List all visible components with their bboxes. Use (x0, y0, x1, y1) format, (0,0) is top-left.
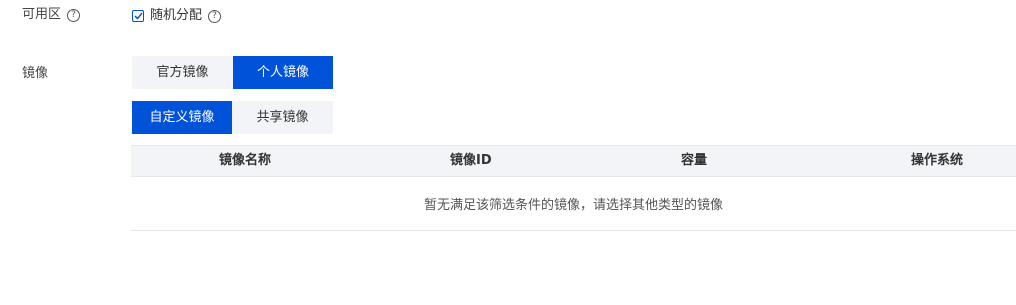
random-assign-label: 随机分配 (150, 8, 203, 23)
column-header-capacity: 容量 (681, 153, 708, 168)
checkmark-icon (133, 12, 143, 20)
table-empty-row: 暂无满足该筛选条件的镜像，请选择其他类型的镜像 (131, 177, 1016, 231)
column-header-image-id: 镜像ID (450, 153, 492, 168)
tab-custom-image[interactable]: 自定义镜像 (132, 101, 232, 134)
image-source-tabs: 官方镜像 个人镜像 (132, 56, 333, 89)
tab-shared-image[interactable]: 共享镜像 (232, 101, 333, 134)
image-table: 镜像名称 镜像ID 容量 操作系统 暂无满足该筛选条件的镜像，请选择其他类型的镜… (131, 145, 1016, 231)
availability-zone-label-row: 可用区? (22, 6, 81, 24)
image-label: 镜像 (22, 66, 49, 81)
image-type-tabs: 自定义镜像 共享镜像 (132, 101, 333, 134)
column-header-image-name: 镜像名称 (219, 153, 272, 168)
empty-state-text: 暂无满足该筛选条件的镜像，请选择其他类型的镜像 (423, 198, 723, 213)
tab-official-image[interactable]: 官方镜像 (132, 56, 233, 89)
availability-zone-label: 可用区 (22, 7, 62, 22)
table-header: 镜像名称 镜像ID 容量 操作系统 (131, 145, 1016, 177)
random-assign-option[interactable]: 随机分配? (132, 7, 222, 25)
column-header-os: 操作系统 (911, 153, 964, 168)
help-icon[interactable]: ? (208, 9, 222, 23)
tab-personal-image[interactable]: 个人镜像 (233, 56, 333, 89)
random-assign-checkbox[interactable] (132, 10, 144, 22)
help-icon[interactable]: ? (67, 9, 81, 22)
